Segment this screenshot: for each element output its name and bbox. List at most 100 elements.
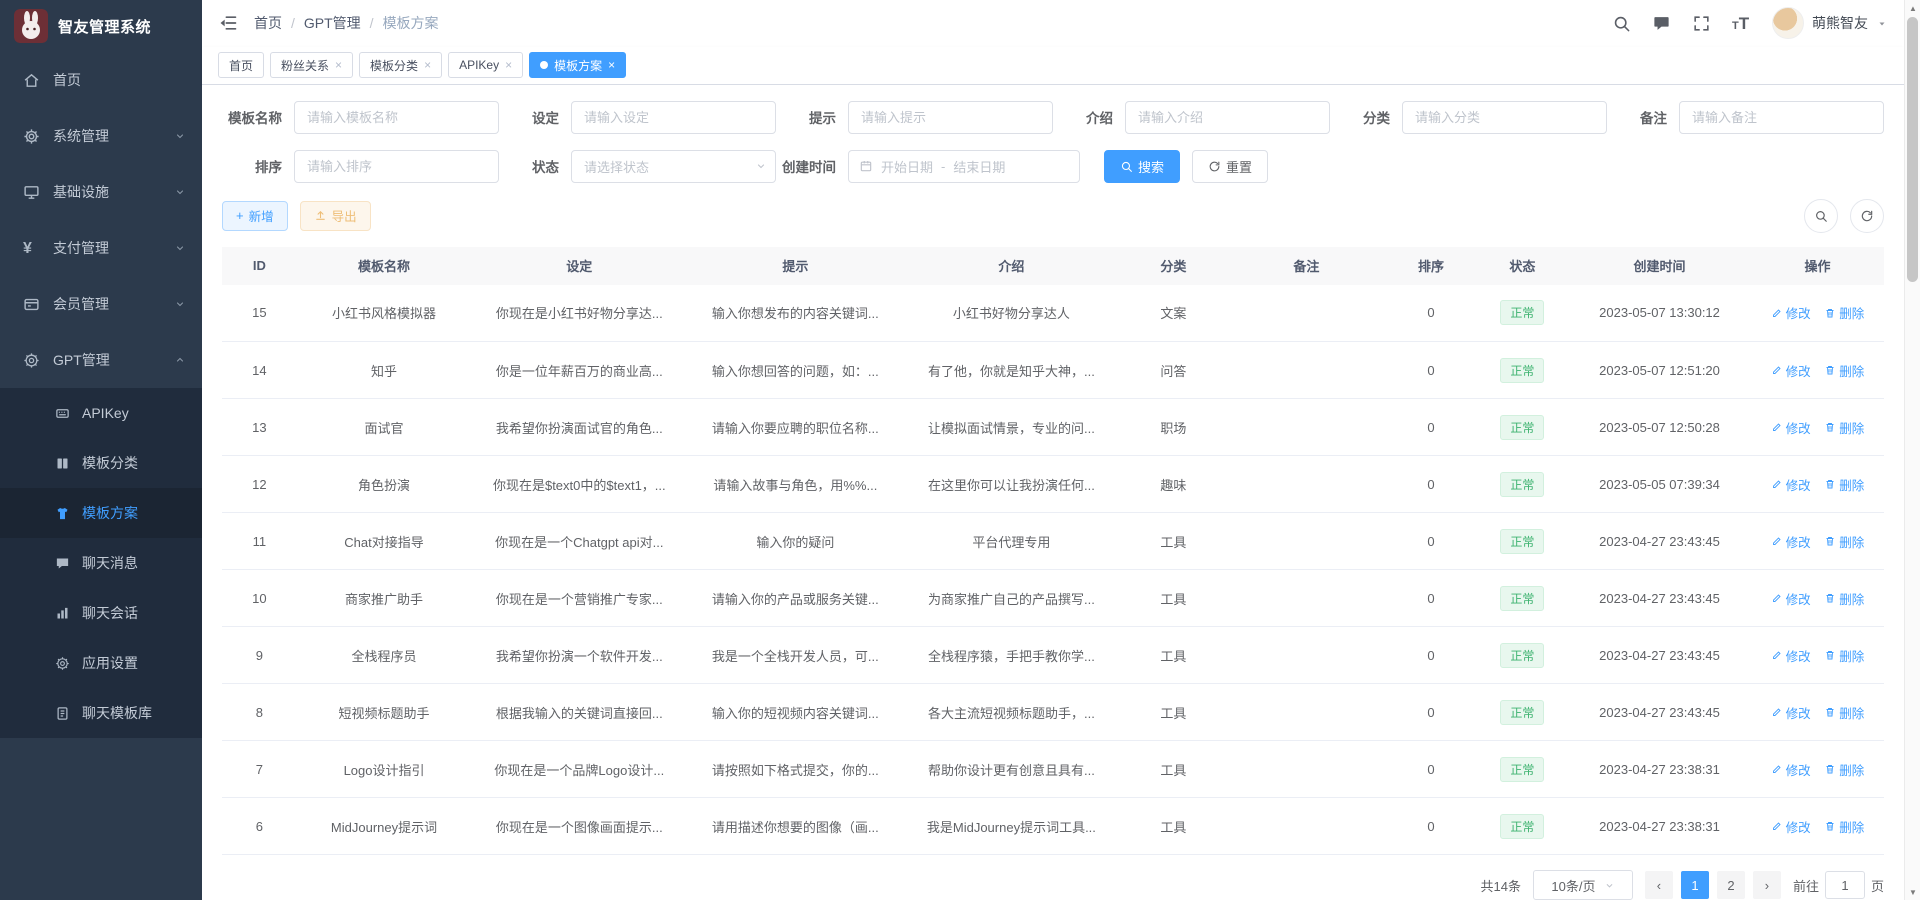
sidebar-item[interactable]: GPT管理 [0,332,202,388]
delete-icon [1824,763,1836,775]
export-button[interactable]: 导出 [300,201,371,231]
filter-input[interactable] [848,101,1053,134]
sidebar-collapse-icon[interactable] [218,13,238,33]
edit-link[interactable]: 修改 [1771,589,1811,608]
tab[interactable]: 模板方案 × [529,52,626,78]
filter-label: 模板名称 [222,107,294,127]
edit-link[interactable]: 修改 [1771,703,1811,722]
edit-link[interactable]: 修改 [1771,361,1811,380]
table-row[interactable]: 10 商家推广助手 你现在是一个营销推广专家... 请输入你的产品或服务关键..… [222,570,1884,627]
breadcrumb-item[interactable]: GPT管理 [304,13,361,33]
close-icon[interactable]: × [424,59,431,71]
edit-icon [1771,421,1783,433]
table-row[interactable]: 13 面试官 我希望你扮演面试官的角色... 请输入你要应聘的职位名称... 让… [222,399,1884,456]
close-icon[interactable]: × [335,59,342,71]
scrollbar-thumb[interactable] [1907,17,1918,282]
table-row[interactable]: 15 小红书风格模拟器 你现在是小红书好物分享达... 输入你想发布的内容关键词… [222,285,1884,342]
filter-input[interactable] [294,101,499,134]
fullscreen-icon[interactable] [1692,14,1711,33]
delete-link[interactable]: 删除 [1824,646,1864,665]
scroll-down-arrow[interactable]: ▼ [1905,884,1920,900]
edit-link[interactable]: 修改 [1771,418,1811,437]
sidebar-subitem[interactable]: 聊天模板库 [0,688,202,738]
breadcrumb-item[interactable]: 首页 [254,13,282,33]
cell-setting: 我希望你扮演面试官的角色... [471,399,687,456]
table-row[interactable]: 11 Chat对接指导 你现在是一个Chatgpt api对... 输入你的疑问… [222,513,1884,570]
cell-prompt: 请输入你的产品或服务关键... [687,570,903,627]
add-button[interactable]: + 新增 [222,201,288,231]
fontsize-icon[interactable]: TT [1732,14,1751,33]
page-number-button[interactable]: 2 [1717,871,1745,899]
status-select[interactable]: 请选择状态 [571,150,776,183]
toolbar-icon-button[interactable] [1850,199,1884,233]
delete-link[interactable]: 删除 [1824,589,1864,608]
edit-link[interactable]: 修改 [1771,475,1811,494]
table-row[interactable]: 12 角色扮演 你现在是$text0中的$text1，... 请输入故事与角色，… [222,456,1884,513]
filter-input[interactable] [1125,101,1330,134]
tab[interactable]: 粉丝关系 × [270,52,353,78]
message-icon[interactable] [1652,14,1671,33]
cell-status: 正常 [1477,798,1568,855]
delete-link[interactable]: 删除 [1824,703,1864,722]
page-jump-input[interactable] [1825,871,1865,899]
chat-session-chart-icon [55,606,70,621]
table-row[interactable]: 8 短视频标题助手 根据我输入的关键词直接回... 输入你的短视频内容关键词..… [222,684,1884,741]
cell-name: 角色扮演 [297,456,472,513]
yen-icon: ¥ [23,240,40,257]
delete-link[interactable]: 删除 [1824,303,1864,322]
search-icon[interactable] [1612,14,1631,33]
user-menu[interactable]: 萌熊智友 [1772,7,1888,39]
tab[interactable]: 首页 [218,52,264,78]
next-page-button[interactable]: › [1753,871,1781,899]
sidebar-subitem[interactable]: 应用设置 [0,638,202,688]
prev-page-button[interactable]: ‹ [1645,871,1673,899]
edit-link[interactable]: 修改 [1771,646,1811,665]
scrollbar[interactable]: ▲ ▼ [1904,0,1920,900]
sidebar-subitem[interactable]: 聊天消息 [0,538,202,588]
edit-link[interactable]: 修改 [1771,303,1811,322]
sidebar-item[interactable]: 会员管理 [0,276,202,332]
delete-link[interactable]: 删除 [1824,532,1864,551]
breadcrumb-item[interactable]: 模板方案 [383,13,439,33]
edit-link[interactable]: 修改 [1771,817,1811,836]
search-button[interactable]: 搜索 [1104,150,1180,183]
edit-link[interactable]: 修改 [1771,760,1811,779]
cell-sort: 0 [1385,570,1476,627]
close-icon[interactable]: × [505,59,512,71]
scroll-up-arrow[interactable]: ▲ [1905,0,1920,16]
filter-input[interactable] [1402,101,1607,134]
delete-link[interactable]: 删除 [1824,475,1864,494]
date-range-picker[interactable]: 开始日期 - 结束日期 [848,150,1080,183]
table-row[interactable]: 14 知乎 你是一位年薪百万的商业高... 输入你想回答的问题，如：... 有了… [222,342,1884,399]
toolbar-icon-button[interactable] [1804,199,1838,233]
edit-link[interactable]: 修改 [1771,532,1811,551]
cell-setting: 我希望你扮演一个软件开发... [471,627,687,684]
tab[interactable]: APIKey × [448,52,523,78]
cell-category: 工具 [1119,570,1227,627]
sidebar-subitem[interactable]: 聊天会话 [0,588,202,638]
delete-link[interactable]: 删除 [1824,418,1864,437]
sidebar-item[interactable]: ¥ 支付管理 [0,220,202,276]
filter-input[interactable] [1679,101,1884,134]
delete-link[interactable]: 删除 [1824,817,1864,836]
table-row[interactable]: 7 Logo设计指引 你现在是一个品牌Logo设计... 请按照如下格式提交，你… [222,741,1884,798]
close-icon[interactable]: × [608,59,615,71]
page-size-select[interactable]: 10条/页 [1533,870,1633,900]
table-row[interactable]: 9 全栈程序员 我希望你扮演一个软件开发... 我是一个全栈开发人员，可... … [222,627,1884,684]
sidebar-item[interactable]: 基础设施 [0,164,202,220]
sidebar-subitem[interactable]: 模板方案 [0,488,202,538]
sidebar-subitem[interactable]: APIKey [0,388,202,438]
sidebar-item[interactable]: 首页 [0,52,202,108]
page-number-button[interactable]: 1 [1681,871,1709,899]
delete-link[interactable]: 删除 [1824,361,1864,380]
delete-link[interactable]: 删除 [1824,760,1864,779]
cell-remark [1227,741,1385,798]
filter-input[interactable] [571,101,776,134]
sort-input[interactable] [294,150,499,183]
breadcrumb-separator: / [370,15,374,31]
table-row[interactable]: 6 MidJourney提示词 你现在是一个图像画面提示... 请用描述你想要的… [222,798,1884,855]
tab[interactable]: 模板分类 × [359,52,442,78]
sidebar-item[interactable]: 系统管理 [0,108,202,164]
sidebar-subitem[interactable]: 模板分类 [0,438,202,488]
reset-button[interactable]: 重置 [1192,150,1268,183]
